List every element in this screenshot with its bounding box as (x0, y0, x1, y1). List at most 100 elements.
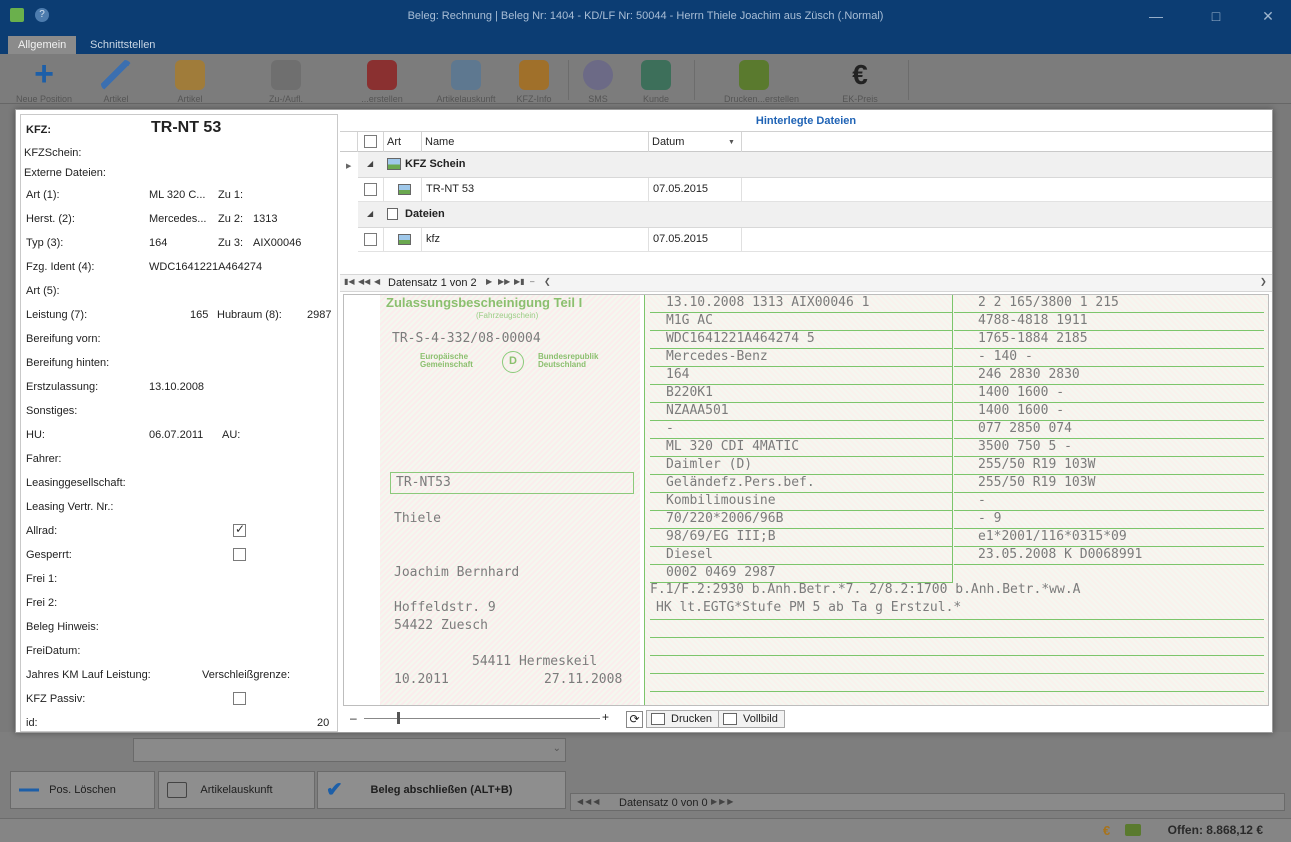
new-position-button[interactable]: + Neue Position (14, 55, 74, 103)
doc-row-text: - (666, 421, 674, 436)
grid-line (650, 655, 1264, 656)
sms-button[interactable]: SMS (568, 58, 628, 103)
beleg-hinweis-label: Beleg Hinweis: (26, 621, 99, 633)
nav-first-prev-icons[interactable]: ◀◀◀ (577, 797, 601, 806)
speech-bubble-icon (583, 60, 613, 90)
hubraum-value: 2987 (307, 309, 332, 321)
truck-icon (367, 60, 397, 90)
background-combobox[interactable]: ⌄ (133, 738, 566, 762)
select-all-checkbox[interactable] (364, 135, 377, 148)
nav-delete-icon[interactable]: – (530, 277, 534, 286)
art1-value: ML 320 C... (149, 189, 206, 201)
nav-prev-page-icon[interactable]: ◀◀ (358, 277, 370, 286)
doc-row-text: Geländefz.Pers.bef. (666, 475, 815, 490)
table-row[interactable]: TR-NT 53 07.05.2015 (358, 178, 1272, 202)
article-button[interactable]: Artikel (160, 58, 220, 103)
scroll-left-icon[interactable]: ❮ (544, 277, 551, 286)
doc-row-text: 4788-4818 1911 (978, 313, 1088, 328)
ribbon-separator (694, 60, 695, 100)
delete-position-button[interactable]: Pos. Löschen (10, 771, 155, 809)
maximize-icon[interactable]: □ (1201, 6, 1231, 26)
print-create-button[interactable]: Drucken...erstellen (724, 58, 799, 103)
group-kfz-schein[interactable]: ◢ KFZ Schein (358, 152, 1272, 178)
row-checkbox-cell[interactable] (358, 228, 384, 251)
hu-value: 06.07.2011 (149, 429, 204, 441)
kfz-passiv-checkbox[interactable] (233, 692, 246, 705)
gesperrt-checkbox[interactable] (233, 548, 246, 561)
frei2-label: Frei 2: (26, 597, 58, 609)
file-type-cell (384, 228, 422, 251)
article-info-button[interactable]: Artikelauskunft (436, 58, 496, 103)
document-preview[interactable]: Zulassungsbescheinigung Teil I (Fahrzeug… (343, 294, 1269, 706)
print-button[interactable]: Drucken (646, 710, 719, 728)
herst-value: Mercedes... (149, 213, 207, 225)
article-edit-button[interactable]: Artikel (86, 58, 146, 103)
doc-row-text: 246 2830 2830 (978, 367, 1080, 382)
money-icon (739, 60, 769, 90)
row-checkbox[interactable] (364, 183, 377, 196)
fzg-ident-value: WDC1641221A464274 (149, 261, 263, 273)
zoom-out-icon[interactable]: – (350, 711, 357, 725)
leistung-label: Leistung (7): (26, 309, 88, 321)
close-icon[interactable]: ✕ (1253, 6, 1283, 26)
chevron-down-icon: ⌄ (552, 743, 561, 754)
magnifier-icon (451, 60, 481, 90)
row-checkbox-cell[interactable] (358, 178, 384, 201)
article-info-lower-button[interactable]: Artikelauskunft (158, 771, 315, 809)
truck-button[interactable]: ...erstellen (352, 58, 412, 103)
doc-office: 54411 Hermeskeil (472, 654, 598, 669)
collapse-icon[interactable]: ◢ (367, 209, 373, 218)
fullscreen-button[interactable]: Vollbild (718, 710, 785, 728)
ribbon-separator (908, 60, 909, 100)
doc-eu-left: Europäische Gemeinschaft (420, 352, 473, 369)
nav-next-page-icon[interactable]: ▶▶ (498, 277, 510, 286)
record-navigator-lower: ◀◀◀ Datensatz 0 von 0 ▶▶▶ (570, 793, 1285, 811)
col-art[interactable]: Art (384, 132, 422, 152)
nav-prev-icon[interactable]: ◀ (374, 277, 380, 286)
row-checkbox[interactable] (364, 233, 377, 246)
au-label: AU: (222, 429, 241, 441)
table-row[interactable]: kfz 07.05.2015 (358, 228, 1272, 252)
doc-row-text: 255/50 R19 103W (978, 457, 1096, 472)
minimize-icon[interactable]: — (1141, 6, 1171, 26)
tab-schnittstellen[interactable]: Schnittstellen (80, 36, 165, 54)
sort-down-icon[interactable]: ▼ (728, 139, 735, 146)
status-bar: € Offen: 8.868,12 € (0, 818, 1291, 842)
euro-delete-icon: € (852, 59, 868, 90)
doc-row-text: NZAAA501 (666, 403, 729, 418)
doc-note-2: HK lt.EGTG*Stufe PM 5 ab Ta g Erstzul.* (656, 600, 962, 615)
nav-first-icon[interactable]: ▮◀ (344, 277, 355, 286)
grid-line (650, 420, 952, 421)
tab-allgemein[interactable]: Allgemein (8, 36, 77, 54)
col-name[interactable]: Name (422, 132, 649, 152)
vehicle-details-panel: KFZ: TR-NT 53 KFZSchein: Externe Dateien… (20, 114, 338, 732)
select-all-cell[interactable] (358, 132, 384, 152)
group-dateien[interactable]: ◢ Dateien (358, 202, 1272, 228)
money-icon (1125, 824, 1141, 836)
grid-line (650, 637, 1264, 638)
grid-header: Art Name Datum ▼ (340, 132, 1272, 152)
record-navigator: ▮◀ ◀◀ ◀ Datensatz 1 von 2 ▶ ▶▶ ▶▮ – ❮ ❯ (340, 274, 1272, 292)
doc-row-text: Kombilimousine (666, 493, 776, 508)
rotate-icon[interactable]: ⟳ (626, 711, 643, 728)
zoom-in-icon[interactable]: + (602, 710, 609, 724)
allrad-checkbox[interactable] (233, 522, 246, 537)
finish-document-button[interactable]: ✔ Beleg abschließen (ALT+B) (317, 771, 566, 809)
nav-next-icon[interactable]: ▶ (486, 277, 492, 286)
fullscreen-icon (723, 713, 737, 725)
ek-price-button[interactable]: € EK-Preis (830, 58, 890, 104)
nav-last-icon[interactable]: ▶▮ (514, 277, 525, 286)
doc-row-text: Mercedes-Benz (666, 349, 768, 364)
plus-icon: + (34, 55, 54, 93)
kfz-info-button[interactable]: KFZ-Info (504, 58, 564, 103)
nav-next-last-icons[interactable]: ▶▶▶ (711, 797, 735, 806)
doc-row-text: - 9 (978, 511, 1002, 526)
zoom-slider-handle[interactable] (397, 712, 400, 724)
collapse-icon[interactable]: ◢ (367, 159, 373, 168)
scroll-right-icon[interactable]: ❯ (1260, 277, 1267, 286)
cart-button[interactable]: Zu-/Aufl. (256, 58, 316, 103)
frei1-label: Frei 1: (26, 573, 58, 585)
typ-label: Typ (3): (26, 237, 64, 249)
doc-row-text: 98/69/EG III;B (666, 529, 776, 544)
customer-button[interactable]: Kunde (626, 58, 686, 103)
